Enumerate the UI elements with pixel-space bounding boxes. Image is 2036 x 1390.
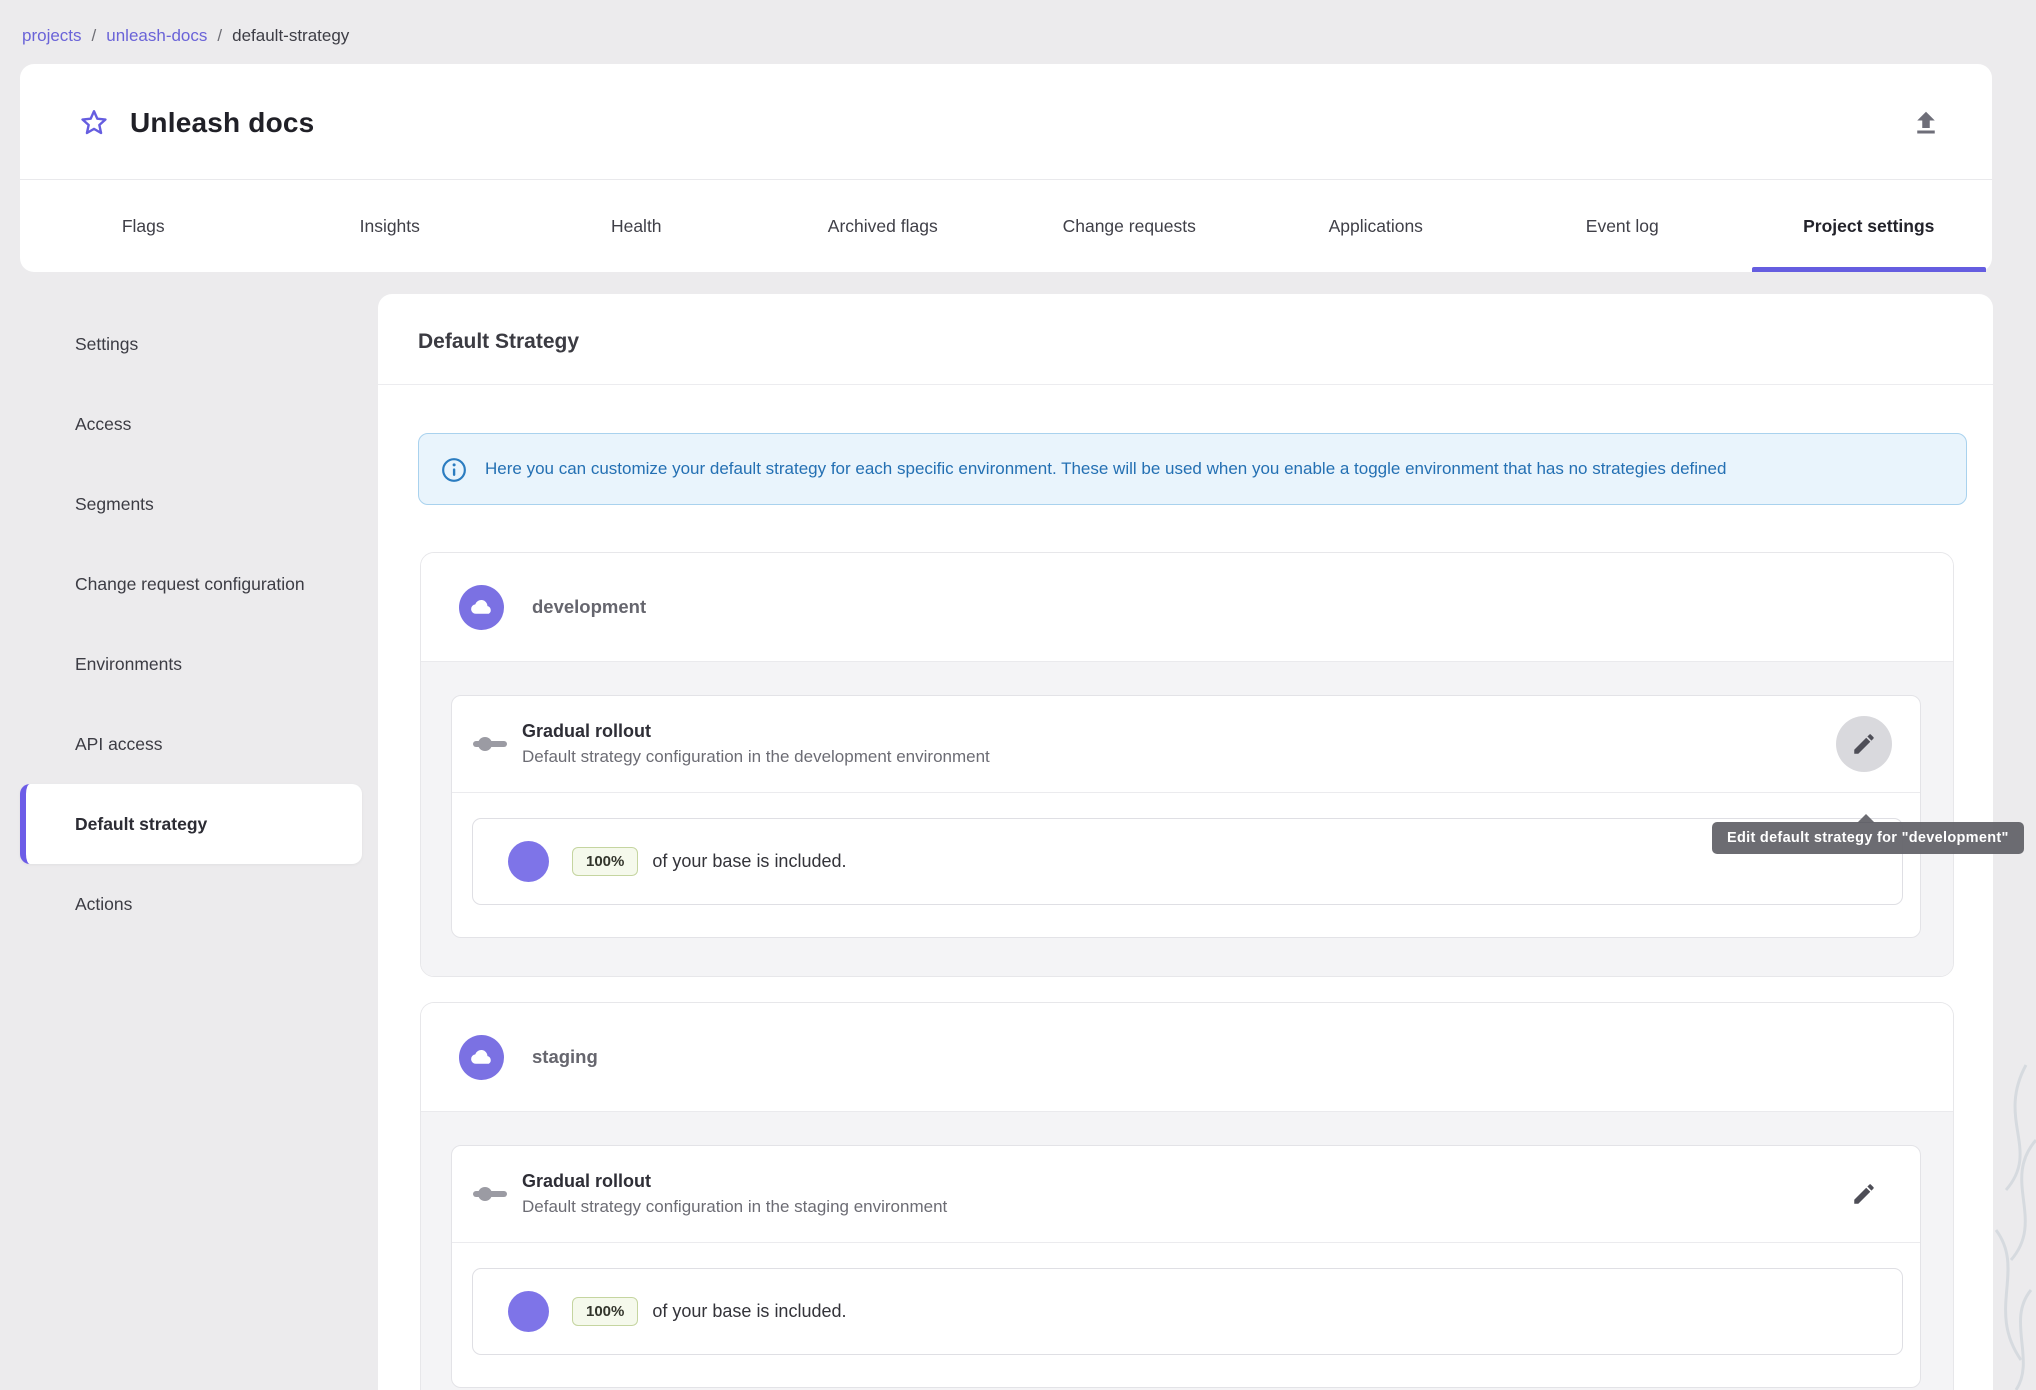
tab-health[interactable]: Health xyxy=(513,180,760,272)
info-icon xyxy=(442,458,466,482)
sidebar-item-environments[interactable]: Environments xyxy=(20,624,362,704)
breadcrumb-project[interactable]: unleash-docs xyxy=(106,26,207,46)
panel-heading: Default Strategy xyxy=(378,294,1993,385)
info-alert: Here you can customize your default stra… xyxy=(418,433,1967,505)
sidebar-item-access[interactable]: Access xyxy=(20,384,362,464)
rollout-description: of your base is included. xyxy=(652,851,847,871)
environment-card-development: development Gradual rollout Default stra… xyxy=(420,552,1954,977)
environment-badge xyxy=(459,1034,504,1080)
sidebar-item-change-request-configuration[interactable]: Change request configuration xyxy=(20,544,362,624)
page: projects / unleash-docs / default-strate… xyxy=(0,0,2036,1390)
strategy-header: Gradual rollout Default strategy configu… xyxy=(452,1146,1920,1242)
environment-body: Gradual rollout Default strategy configu… xyxy=(421,661,1953,976)
edit-strategy-tooltip: Edit default strategy for "development" xyxy=(1712,814,2024,854)
strategy-item: Gradual rollout Default strategy configu… xyxy=(451,1145,1921,1388)
strategy-title: Gradual rollout xyxy=(522,721,652,741)
environment-header: development xyxy=(421,553,1953,661)
strategy-title: Gradual rollout xyxy=(522,1171,652,1191)
tab-insights[interactable]: Insights xyxy=(267,180,514,272)
rollout-circle-icon xyxy=(508,841,549,882)
tab-applications[interactable]: Applications xyxy=(1253,180,1500,272)
breadcrumb-separator: / xyxy=(91,26,97,45)
breadcrumb-current: default-strategy xyxy=(232,26,350,45)
favorite-button[interactable] xyxy=(76,105,112,141)
environment-card-staging: staging Gradual rollout Default strategy… xyxy=(420,1002,1954,1390)
rollout-description: of your base is included. xyxy=(652,1301,847,1321)
upload-icon xyxy=(1917,111,1935,133)
strategy-item: Gradual rollout Default strategy configu… xyxy=(451,695,1921,938)
breadcrumb-separator: / xyxy=(217,26,223,45)
strategy-titles: Gradual rollout Default strategy configu… xyxy=(522,721,990,767)
tab-event-log[interactable]: Event log xyxy=(1499,180,1746,272)
gradual-rollout-icon xyxy=(470,733,510,755)
settings-sidebar: Settings Access Segments Change request … xyxy=(20,294,362,944)
tab-flags[interactable]: Flags xyxy=(20,180,267,272)
strategy-description: Default strategy configuration in the de… xyxy=(522,747,990,766)
strategy-header: Gradual rollout Default strategy configu… xyxy=(452,696,1920,792)
sidebar-item-default-strategy[interactable]: Default strategy xyxy=(20,784,362,864)
rollout-circle-icon xyxy=(508,1291,549,1332)
cloud-icon xyxy=(471,1049,491,1064)
cloud-icon xyxy=(471,599,491,614)
strategy-titles: Gradual rollout Default strategy configu… xyxy=(522,1171,947,1217)
sidebar-item-settings[interactable]: Settings xyxy=(20,304,362,384)
breadcrumb-projects[interactable]: projects xyxy=(22,26,82,46)
edit-strategy-button-staging[interactable] xyxy=(1836,1166,1892,1222)
edit-strategy-button-development[interactable] xyxy=(1836,716,1892,772)
project-tabs: Flags Insights Health Archived flags Cha… xyxy=(20,179,1992,272)
environment-name: development xyxy=(532,596,647,617)
export-button[interactable] xyxy=(1906,103,1946,143)
environment-header: staging xyxy=(421,1003,1953,1111)
environment-badge xyxy=(459,584,504,630)
sidebar-item-actions[interactable]: Actions xyxy=(20,864,362,944)
pencil-icon xyxy=(1854,1184,1874,1204)
rollout-percentage-badge: 100% xyxy=(572,847,639,876)
info-alert-text: Here you can customize your default stra… xyxy=(485,459,1727,478)
environment-name: staging xyxy=(532,1046,598,1067)
rollout-section: 100% of your base is included. xyxy=(452,1243,1920,1387)
sidebar-item-api-access[interactable]: API access xyxy=(20,704,362,784)
page-title: Unleash docs xyxy=(130,106,315,138)
gradual-rollout-icon xyxy=(470,1183,510,1205)
rollout-section: 100% of your base is included. xyxy=(452,793,1920,937)
breadcrumb: projects / unleash-docs / default-strate… xyxy=(0,0,2036,64)
rollout-summary: 100% of your base is included. xyxy=(472,1268,1903,1355)
rollout-percentage-badge: 100% xyxy=(572,1297,639,1326)
tab-archived-flags[interactable]: Archived flags xyxy=(760,180,1007,272)
environment-body: Gradual rollout Default strategy configu… xyxy=(421,1111,1953,1390)
star-icon xyxy=(81,109,107,134)
tab-change-requests[interactable]: Change requests xyxy=(1006,180,1253,272)
rollout-summary: 100% of your base is included. xyxy=(472,818,1903,905)
strategy-description: Default strategy configuration in the st… xyxy=(522,1197,948,1216)
project-title-row: Unleash docs xyxy=(20,64,1992,179)
project-header-card: Unleash docs Flags Insights Health Archi… xyxy=(20,64,1992,272)
tab-project-settings[interactable]: Project settings xyxy=(1746,180,1993,272)
sidebar-item-segments[interactable]: Segments xyxy=(20,464,362,544)
pencil-icon xyxy=(1854,734,1874,754)
